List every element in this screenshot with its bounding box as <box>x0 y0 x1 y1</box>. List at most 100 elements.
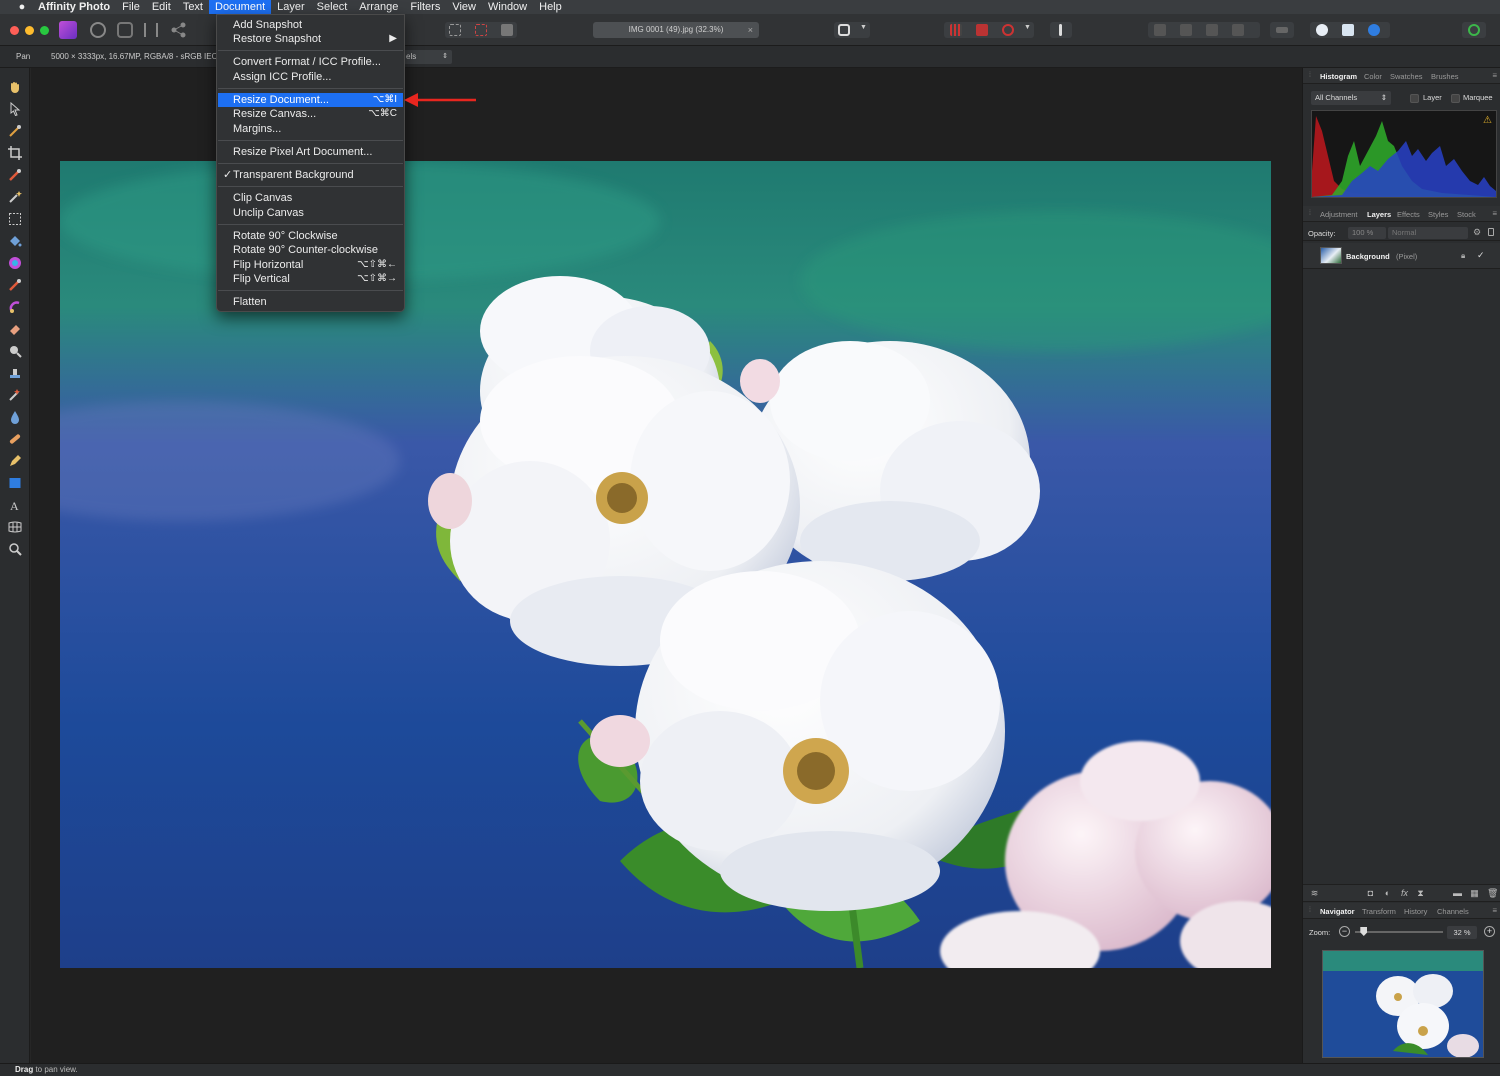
menu-help[interactable]: Help <box>533 0 568 14</box>
minimize-window-button[interactable] <box>25 26 34 35</box>
zoom-tool-icon[interactable] <box>8 542 22 556</box>
panel-grip-icon[interactable]: ⁞ <box>1309 907 1311 914</box>
toggle-ui-icon[interactable] <box>1316 24 1328 36</box>
panel-menu-icon[interactable]: ≡ <box>1492 209 1497 218</box>
menu-file[interactable]: File <box>116 0 146 14</box>
move-back-icon[interactable] <box>1154 24 1166 36</box>
menu-text[interactable]: Text <box>177 0 209 14</box>
clone-tool-icon[interactable] <box>8 366 22 380</box>
menu-select[interactable]: Select <box>311 0 354 14</box>
color-replacement-tool-icon[interactable] <box>8 300 22 314</box>
menu-item-flip-horizontal[interactable]: Flip Horizontal ⌥⇧⌘← <box>218 258 403 272</box>
navigator-preview[interactable] <box>1322 950 1484 1058</box>
snapping-dropdown-icon[interactable]: ▼ <box>1024 24 1031 31</box>
grid-icon[interactable] <box>950 24 962 36</box>
tab-transform[interactable]: Transform <box>1362 907 1396 916</box>
tab-history[interactable]: History <box>1404 907 1427 916</box>
fill-tool-icon[interactable] <box>8 234 22 248</box>
menu-item-margins[interactable]: Margins... <box>218 122 403 136</box>
menu-item-flatten[interactable]: Flatten <box>218 295 403 309</box>
align-icon[interactable] <box>1276 27 1288 33</box>
tab-styles[interactable]: Styles <box>1428 210 1448 219</box>
layer-checkbox[interactable] <box>1410 94 1419 103</box>
add-pixel-layer-icon[interactable]: ▦ <box>1470 889 1479 898</box>
marquee-tool-icon[interactable] <box>8 212 22 226</box>
account-icon[interactable] <box>1468 24 1480 36</box>
move-backward-icon[interactable] <box>1180 24 1192 36</box>
selection-brush-tool-icon[interactable] <box>8 168 22 182</box>
artistic-text-tool-icon[interactable]: A <box>8 498 22 512</box>
menu-item-convert-format[interactable]: Convert Format / ICC Profile... <box>218 55 403 69</box>
quick-mask-dropdown-icon[interactable]: ▼ <box>860 24 867 31</box>
tab-stock[interactable]: Stock <box>1457 210 1476 219</box>
liquify-persona-icon[interactable] <box>90 22 106 38</box>
blend-mode-select[interactable]: Normal <box>1388 227 1468 239</box>
healing-brush-tool-icon[interactable] <box>8 388 22 402</box>
layer-visibility-checkbox[interactable]: ✓ <box>1477 250 1485 261</box>
quick-mask-icon[interactable] <box>838 24 850 36</box>
panel-grip-icon[interactable]: ⁞ <box>1309 72 1311 79</box>
layer-lock-icon[interactable]: 🔒︎ <box>1461 251 1465 261</box>
menu-window[interactable]: Window <box>482 0 533 14</box>
move-tool-icon[interactable] <box>8 102 22 116</box>
info-icon[interactable] <box>1059 24 1062 36</box>
app-menu[interactable]: Affinity Photo <box>32 0 116 14</box>
zoom-slider-track[interactable] <box>1355 931 1443 933</box>
menu-item-resize-canvas[interactable]: Resize Canvas... ⌥⌘C <box>218 107 403 121</box>
mask-layer-icon[interactable]: ◘ <box>1366 889 1375 898</box>
units-select[interactable]: els ⇕ <box>398 50 452 64</box>
dodge-tool-icon[interactable] <box>8 344 22 358</box>
marquee-checkbox[interactable] <box>1451 94 1460 103</box>
adjustment-layer-icon[interactable]: ◐ <box>1383 889 1392 898</box>
menu-item-assign-icc-profile[interactable]: Assign ICC Profile... <box>218 70 403 84</box>
view-tool-hand-icon[interactable] <box>8 80 22 94</box>
gradient-tool-icon[interactable] <box>8 256 22 270</box>
tab-histogram[interactable]: Histogram <box>1320 72 1357 81</box>
develop-persona-icon[interactable] <box>117 22 133 38</box>
move-front-icon[interactable] <box>1232 24 1244 36</box>
snapping-magnet-icon[interactable] <box>1002 24 1014 36</box>
tab-layers[interactable]: Layers <box>1367 210 1391 219</box>
zoom-out-icon[interactable]: − <box>1339 926 1350 937</box>
share-icon[interactable] <box>1368 24 1380 36</box>
rectangle-tool-icon[interactable] <box>8 476 22 490</box>
studio-icon[interactable] <box>1342 24 1354 36</box>
panel-menu-icon[interactable]: ≡ <box>1492 71 1497 80</box>
layer-settings-gear-icon[interactable]: ⚙ <box>1473 227 1481 238</box>
menu-item-restore-snapshot[interactable]: Restore Snapshot ▶ <box>218 32 403 46</box>
tab-brushes[interactable]: Brushes <box>1431 72 1459 81</box>
histogram-channels-select[interactable]: All Channels ⇕ <box>1311 91 1391 105</box>
lock-icon[interactable] <box>1488 228 1494 236</box>
layer-item-background[interactable]: Background (Pixel) 🔒︎ ✓ <box>1303 243 1500 269</box>
erase-tool-icon[interactable] <box>8 322 22 336</box>
menu-arrange[interactable]: Arrange <box>353 0 404 14</box>
move-forward-icon[interactable] <box>1206 24 1218 36</box>
menu-filters[interactable]: Filters <box>404 0 446 14</box>
mesh-warp-tool-icon[interactable] <box>8 520 22 534</box>
menu-item-rotate-cw[interactable]: Rotate 90° Clockwise <box>218 229 403 243</box>
menu-item-resize-document[interactable]: Resize Document... ⌥⌘I <box>218 93 403 107</box>
zoom-slider-thumb[interactable] <box>1360 927 1368 936</box>
tab-swatches[interactable]: Swatches <box>1390 72 1423 81</box>
flood-select-tool-icon[interactable] <box>8 190 22 204</box>
menu-item-flip-vertical[interactable]: Flip Vertical ⌥⇧⌘→ <box>218 272 403 286</box>
export-persona-icon[interactable] <box>170 21 188 39</box>
menu-view[interactable]: View <box>446 0 482 14</box>
menu-document[interactable]: Document <box>209 0 272 14</box>
zoom-field[interactable]: 32 % <box>1447 926 1477 939</box>
document-tab[interactable]: IMG 0001 (49).jpg (32.3%) × <box>593 22 759 38</box>
color-picker-tool-icon[interactable] <box>8 124 22 138</box>
tab-effects[interactable]: Effects <box>1397 210 1420 219</box>
menu-item-rotate-ccw[interactable]: Rotate 90° Counter-clockwise <box>218 243 403 257</box>
zoom-window-button[interactable] <box>40 26 49 35</box>
menu-edit[interactable]: Edit <box>146 0 177 14</box>
menu-item-add-snapshot[interactable]: Add Snapshot <box>218 18 403 32</box>
group-layers-icon[interactable]: ▬ <box>1453 889 1462 898</box>
blur-brush-tool-icon[interactable] <box>8 410 22 424</box>
tab-adjustment[interactable]: Adjustment <box>1320 210 1358 219</box>
tab-channels[interactable]: Channels <box>1437 907 1469 916</box>
photo-persona-icon[interactable] <box>59 21 77 39</box>
select-all-icon[interactable] <box>449 24 461 36</box>
apple-menu-icon[interactable]: ● <box>12 0 32 14</box>
pen-tool-icon[interactable] <box>8 454 22 468</box>
